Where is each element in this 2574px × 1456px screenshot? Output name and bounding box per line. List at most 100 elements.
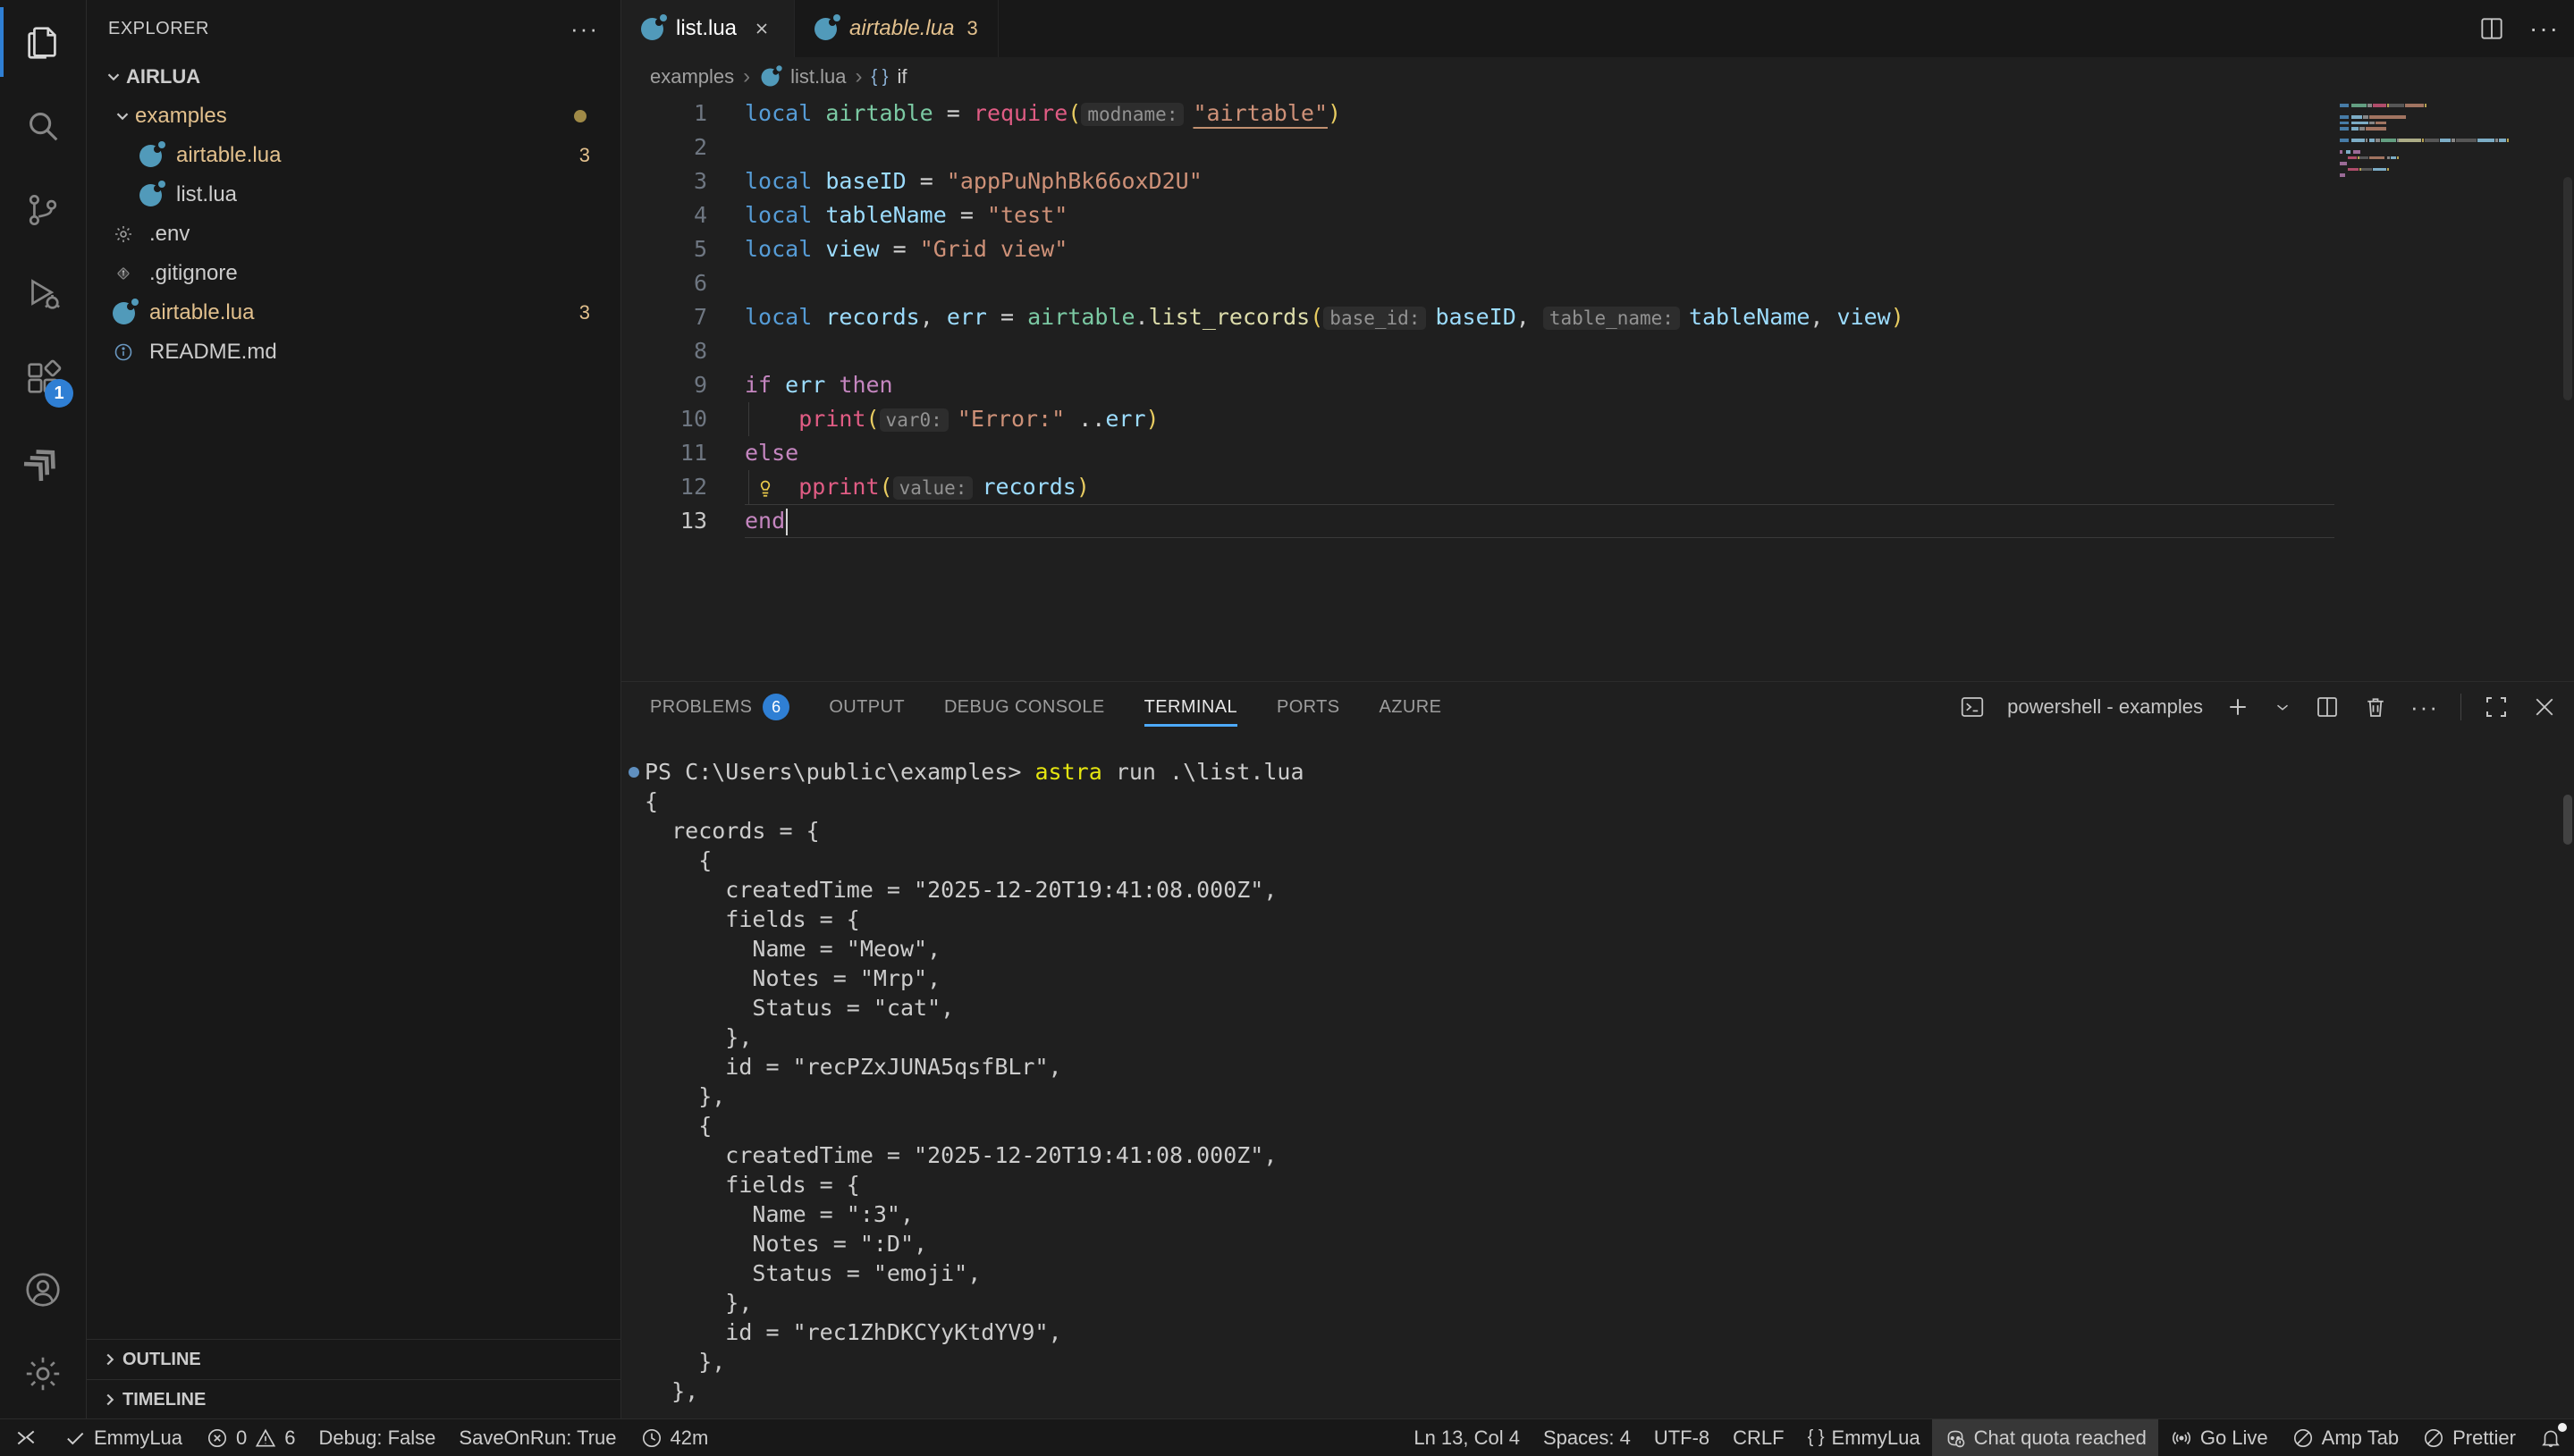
terminal-output[interactable]: PS C:\Users\public\examples> astra run .… (621, 732, 2574, 1419)
panel-tab-azure[interactable]: AZURE (1380, 682, 1442, 732)
status-problems[interactable]: 0 6 (194, 1419, 308, 1456)
check-icon (63, 1427, 87, 1450)
code-line-9[interactable]: 9if err then (621, 368, 2574, 402)
code-line-2[interactable]: 2 (621, 130, 2574, 164)
ellipsis-icon[interactable]: ··· (2529, 14, 2560, 43)
source-control-icon (22, 189, 63, 231)
code-line-7[interactable]: 7local records, err = airtable.list_reco… (621, 300, 2574, 334)
status-session-time[interactable]: 42m (629, 1419, 721, 1456)
status-indentation[interactable]: Spaces: 4 (1532, 1419, 1642, 1456)
plus-icon[interactable] (2224, 694, 2251, 720)
breadcrumb: examples › list.lua › { } if (621, 57, 2574, 97)
activity-search[interactable] (0, 84, 86, 168)
maximize-panel-icon[interactable] (2483, 694, 2510, 720)
code-line-1[interactable]: 1local airtable = require(modname:"airta… (621, 97, 2574, 130)
lua-icon (110, 299, 137, 326)
code-line-8[interactable]: 8 (621, 334, 2574, 368)
activity-explorer[interactable] (0, 0, 86, 84)
settings-button[interactable] (0, 1332, 86, 1416)
panel-tab-debug-console[interactable]: DEBUG CONSOLE (944, 682, 1105, 732)
command-decoration-dot[interactable] (629, 767, 639, 778)
code-line-6[interactable]: 6 (621, 266, 2574, 300)
tree-item-env[interactable]: .env (87, 215, 620, 254)
tree-item-airtable-lua[interactable]: airtable.lua3 (87, 293, 620, 332)
tree-root-label: AIRLUA (126, 65, 200, 88)
status-go-live[interactable]: Go Live (2158, 1419, 2280, 1456)
terminal-icon (1959, 694, 1986, 720)
line-number: 7 (621, 300, 707, 334)
section-timeline[interactable]: TIMELINE (87, 1379, 620, 1419)
breadcrumb-symbol[interactable]: if (897, 65, 907, 88)
status-prettier[interactable]: Prettier (2410, 1419, 2528, 1456)
chevron-down-icon[interactable] (2273, 694, 2292, 720)
activity-amp[interactable] (0, 420, 86, 504)
status-eol[interactable]: CRLF (1721, 1419, 1795, 1456)
code-line-13[interactable]: 13end (621, 504, 2574, 538)
tab-airtable-lua[interactable]: airtable.lua 3 (795, 0, 999, 57)
terminal-shell-label[interactable]: powershell - examples (2007, 695, 2203, 719)
activity-run-debug[interactable] (0, 252, 86, 336)
lua-file-icon (762, 68, 780, 86)
line-number: 2 (621, 130, 707, 164)
close-panel-icon[interactable] (2531, 694, 2558, 720)
status-debug-flag[interactable]: Debug: False (308, 1419, 448, 1456)
editor-scrollbar[interactable] (2563, 177, 2572, 400)
terminal-output-line: Notes = ":D", (645, 1229, 2574, 1258)
code-line-3[interactable]: 3local baseID = "appPuNphBk66oxD2U" (621, 164, 2574, 198)
problems-badge: 6 (763, 694, 789, 720)
copilot-icon (1944, 1427, 1967, 1450)
close-icon[interactable] (749, 16, 774, 41)
breadcrumb-folder[interactable]: examples (650, 65, 734, 88)
tree-item-examples[interactable]: examples (87, 97, 620, 136)
line-number: 8 (621, 334, 707, 368)
status-save-on-run[interactable]: SaveOnRun: True (447, 1419, 628, 1456)
trash-icon[interactable] (2362, 694, 2389, 720)
ellipsis-icon[interactable]: ··· (570, 15, 599, 43)
tree-item-gitignore[interactable]: .gitignore (87, 254, 620, 293)
terminal-scrollbar[interactable] (2563, 795, 2572, 845)
status-emmylua-server[interactable]: EmmyLua (52, 1419, 194, 1456)
status-language-mode[interactable]: { } EmmyLua (1796, 1419, 1932, 1456)
tab-bar: list.lua airtable.lua 3 ··· (621, 0, 2574, 58)
code-line-11[interactable]: 11else (621, 436, 2574, 470)
remote-indicator[interactable] (0, 1419, 52, 1456)
terminal-output-line: }, (645, 1347, 2574, 1376)
minimap[interactable] (2340, 103, 2462, 179)
panel-tab-bar: PROBLEMS 6 OUTPUT DEBUG CONSOLE TERMINAL… (621, 682, 2574, 732)
tab-list-lua[interactable]: list.lua (621, 0, 795, 57)
panel-tab-ports[interactable]: PORTS (1277, 682, 1340, 732)
notifications-bell[interactable] (2528, 1419, 2574, 1456)
split-editor-icon[interactable] (2477, 14, 2506, 43)
split-terminal-icon[interactable] (2314, 694, 2341, 720)
section-outline[interactable]: OUTLINE (87, 1339, 620, 1379)
terminal-output-line: Notes = "Mrp", (645, 964, 2574, 993)
status-copilot-chat[interactable]: Chat quota reached (1932, 1419, 2158, 1456)
panel-tab-output[interactable]: OUTPUT (829, 682, 905, 732)
tree-root-airlua[interactable]: AIRLUA (87, 57, 620, 97)
code-line-12[interactable]: 12 pprint(value:records) (621, 470, 2574, 504)
remote-icon (14, 1427, 38, 1450)
info-icon (110, 339, 137, 366)
ellipsis-icon[interactable]: ··· (2410, 694, 2439, 721)
status-encoding[interactable]: UTF-8 (1642, 1419, 1721, 1456)
panel-tab-terminal[interactable]: TERMINAL (1144, 682, 1237, 732)
terminal-output-line: { (645, 787, 2574, 816)
account-icon (22, 1269, 63, 1310)
broadcast-icon (2170, 1427, 2193, 1450)
breadcrumb-file[interactable]: list.lua (790, 65, 846, 88)
account-button[interactable] (0, 1248, 86, 1332)
bottom-panel: PROBLEMS 6 OUTPUT DEBUG CONSOLE TERMINAL… (621, 681, 2574, 1419)
code-line-5[interactable]: 5local view = "Grid view" (621, 232, 2574, 266)
tree-item-list-lua[interactable]: list.lua (87, 175, 620, 215)
tree-item-airtable-lua[interactable]: airtable.lua3 (87, 136, 620, 175)
activity-extensions[interactable]: 1 (0, 336, 86, 420)
status-amp-tab[interactable]: Amp Tab (2280, 1419, 2410, 1456)
code-line-10[interactable]: 10 print(var0:"Error:" ..err) (621, 402, 2574, 436)
code-line-4[interactable]: 4local tableName = "test" (621, 198, 2574, 232)
tree-item-readme-md[interactable]: README.md (87, 332, 620, 372)
status-cursor-position[interactable]: Ln 13, Col 4 (1402, 1419, 1532, 1456)
terminal-output-line: records = { (645, 816, 2574, 846)
activity-source-control[interactable] (0, 168, 86, 252)
panel-tab-problems[interactable]: PROBLEMS 6 (650, 682, 789, 732)
files-icon (22, 21, 63, 63)
